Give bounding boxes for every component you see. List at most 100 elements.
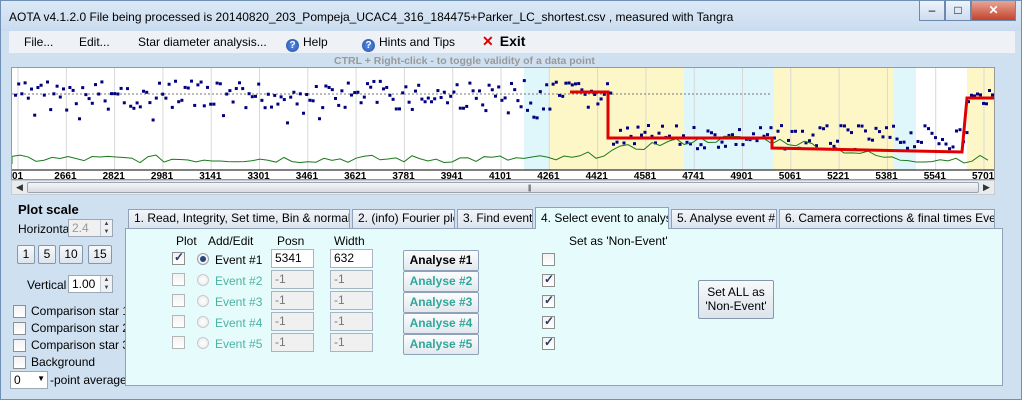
- minimize-button[interactable]: –: [919, 1, 945, 21]
- zoom-5-button[interactable]: 5: [38, 245, 56, 264]
- event-5-plot-checkbox[interactable]: [172, 336, 185, 349]
- menu-star-diameter[interactable]: Star diameter analysis...: [138, 35, 267, 49]
- event-1-width-field[interactable]: 632: [330, 249, 373, 268]
- analyse-3-button[interactable]: Analyse #3: [403, 292, 479, 313]
- spinner-arrows-icon[interactable]: ▲ ▼: [100, 276, 112, 292]
- data-point: [526, 108, 529, 112]
- event-3-radio[interactable]: [197, 295, 209, 307]
- menu-file[interactable]: File...: [24, 35, 53, 49]
- event-1-radio[interactable]: [197, 253, 209, 265]
- maximize-button[interactable]: □: [945, 1, 971, 21]
- tab-camera-corrections[interactable]: 6. Camera corrections & final times Even…: [779, 209, 995, 228]
- menu-exit[interactable]: ✕ Exit: [482, 33, 525, 50]
- data-point: [209, 102, 213, 106]
- vertical-scale-spinner[interactable]: 1.00 ▲ ▼: [68, 275, 113, 293]
- event-2-width-field[interactable]: -1: [330, 270, 373, 289]
- event-5-non-event-checkbox[interactable]: [542, 335, 555, 350]
- data-point: [529, 101, 533, 105]
- set-all-non-event-button[interactable]: Set ALL as 'Non-Event': [698, 280, 774, 319]
- event-5-posn-field[interactable]: -1: [271, 333, 314, 352]
- event-3-posn-field[interactable]: -1: [271, 291, 314, 310]
- light-curve-svg[interactable]: 01 2661 2821 2981 3141 3301 3461 3621 3781 3941 41…: [12, 68, 995, 180]
- tab-select-event[interactable]: 4. Select event to analyse: [535, 207, 669, 229]
- zoom-10-button[interactable]: 10: [59, 245, 83, 264]
- background-checkbox[interactable]: [13, 356, 26, 369]
- light-curve-plot[interactable]: 01 2661 2821 2981 3141 3301 3461 3621 3781 3941 41…: [11, 67, 995, 180]
- close-button[interactable]: ✕: [971, 1, 1016, 21]
- menu-edit[interactable]: Edit...: [79, 35, 110, 49]
- analyse-5-button[interactable]: Analyse #5: [403, 334, 479, 355]
- data-point: [909, 131, 913, 135]
- zoom-15-button[interactable]: 15: [88, 245, 112, 264]
- data-point: [738, 128, 741, 132]
- event-4-width-field[interactable]: -1: [330, 312, 373, 331]
- scroll-thumb[interactable]: |||: [27, 182, 979, 193]
- data-point: [36, 86, 40, 90]
- tab-find-events[interactable]: 3. Find events: [457, 209, 533, 228]
- event-5-radio[interactable]: [197, 337, 209, 349]
- event-1-plot-checkbox[interactable]: [172, 250, 185, 265]
- data-point: [430, 100, 433, 104]
- data-point: [948, 147, 951, 151]
- scroll-right-arrow-icon[interactable]: ▶: [979, 181, 994, 194]
- data-point: [985, 102, 988, 106]
- x-tick-label: 5381: [875, 171, 898, 180]
- menu-hints[interactable]: ? Hints and Tips: [362, 35, 455, 52]
- event-4-posn-field[interactable]: -1: [271, 312, 314, 331]
- data-point: [270, 105, 273, 109]
- zoom-1-button[interactable]: 1: [17, 245, 35, 264]
- menu-help[interactable]: ? Help: [286, 35, 328, 52]
- data-point: [97, 92, 101, 96]
- event-2-posn-field[interactable]: -1: [271, 270, 314, 289]
- spinner-arrows-icon[interactable]: ▲ ▼: [100, 220, 112, 236]
- event-2-plot-checkbox[interactable]: [172, 273, 185, 286]
- data-point: [231, 100, 235, 104]
- event-3-non-event-checkbox[interactable]: [542, 293, 555, 308]
- event-4-plot-checkbox[interactable]: [172, 315, 185, 328]
- data-point: [346, 81, 350, 85]
- data-point: [318, 117, 321, 121]
- event-4-non-event-checkbox[interactable]: [542, 314, 555, 329]
- data-point: [334, 96, 337, 100]
- data-point: [522, 79, 526, 83]
- comparison-star-3-checkbox[interactable]: [13, 339, 26, 352]
- analyse-1-button[interactable]: Analyse #1: [403, 250, 479, 271]
- comparison-star-2-checkbox[interactable]: [13, 322, 26, 335]
- analyse-4-button[interactable]: Analyse #4: [403, 313, 479, 334]
- event-1-non-event-checkbox[interactable]: [542, 253, 555, 266]
- data-point: [577, 82, 581, 86]
- data-point: [439, 96, 443, 100]
- event-3-width-field[interactable]: -1: [330, 291, 373, 310]
- plot-scrollbar[interactable]: ◀ ||| ▶: [11, 180, 995, 195]
- data-point: [244, 106, 248, 110]
- event-5-width-field[interactable]: -1: [330, 333, 373, 352]
- event-4-radio[interactable]: [197, 316, 209, 328]
- analyse-2-button[interactable]: Analyse #2: [403, 271, 479, 292]
- dropdown-arrow-icon[interactable]: ▼: [37, 374, 45, 383]
- event-5-label: Event #5: [215, 337, 263, 351]
- event-2-non-event-checkbox[interactable]: [542, 272, 555, 287]
- average-combo[interactable]: 0 ▼: [10, 371, 48, 389]
- tab-fourier-plot[interactable]: 2. (info) Fourier plot: [352, 209, 455, 228]
- data-point: [780, 124, 783, 128]
- data-point: [734, 142, 738, 146]
- scroll-grip-icon: |||: [528, 185, 532, 192]
- event-1-posn-field[interactable]: 5341: [271, 249, 314, 268]
- x-tick-label: 3461: [296, 171, 319, 180]
- data-point: [937, 142, 941, 146]
- horizontal-scale-spinner[interactable]: 2.4 ▲ ▼: [68, 219, 113, 237]
- tab-read-integrity[interactable]: 1. Read, Integrity, Set time, Bin & norm…: [128, 209, 350, 228]
- tab-analyse-event[interactable]: 5. Analyse event #1: [671, 209, 777, 228]
- data-point: [586, 105, 590, 109]
- data-point: [551, 82, 555, 86]
- data-point: [391, 97, 395, 101]
- data-point: [532, 115, 536, 119]
- comparison-star-1-checkbox[interactable]: [13, 305, 26, 318]
- x-tick-label: 4261: [537, 171, 560, 180]
- data-point: [446, 101, 449, 105]
- data-point: [308, 98, 312, 102]
- event-2-radio[interactable]: [197, 274, 209, 286]
- data-point: [927, 127, 930, 131]
- scroll-left-arrow-icon[interactable]: ◀: [12, 181, 27, 194]
- event-3-plot-checkbox[interactable]: [172, 294, 185, 307]
